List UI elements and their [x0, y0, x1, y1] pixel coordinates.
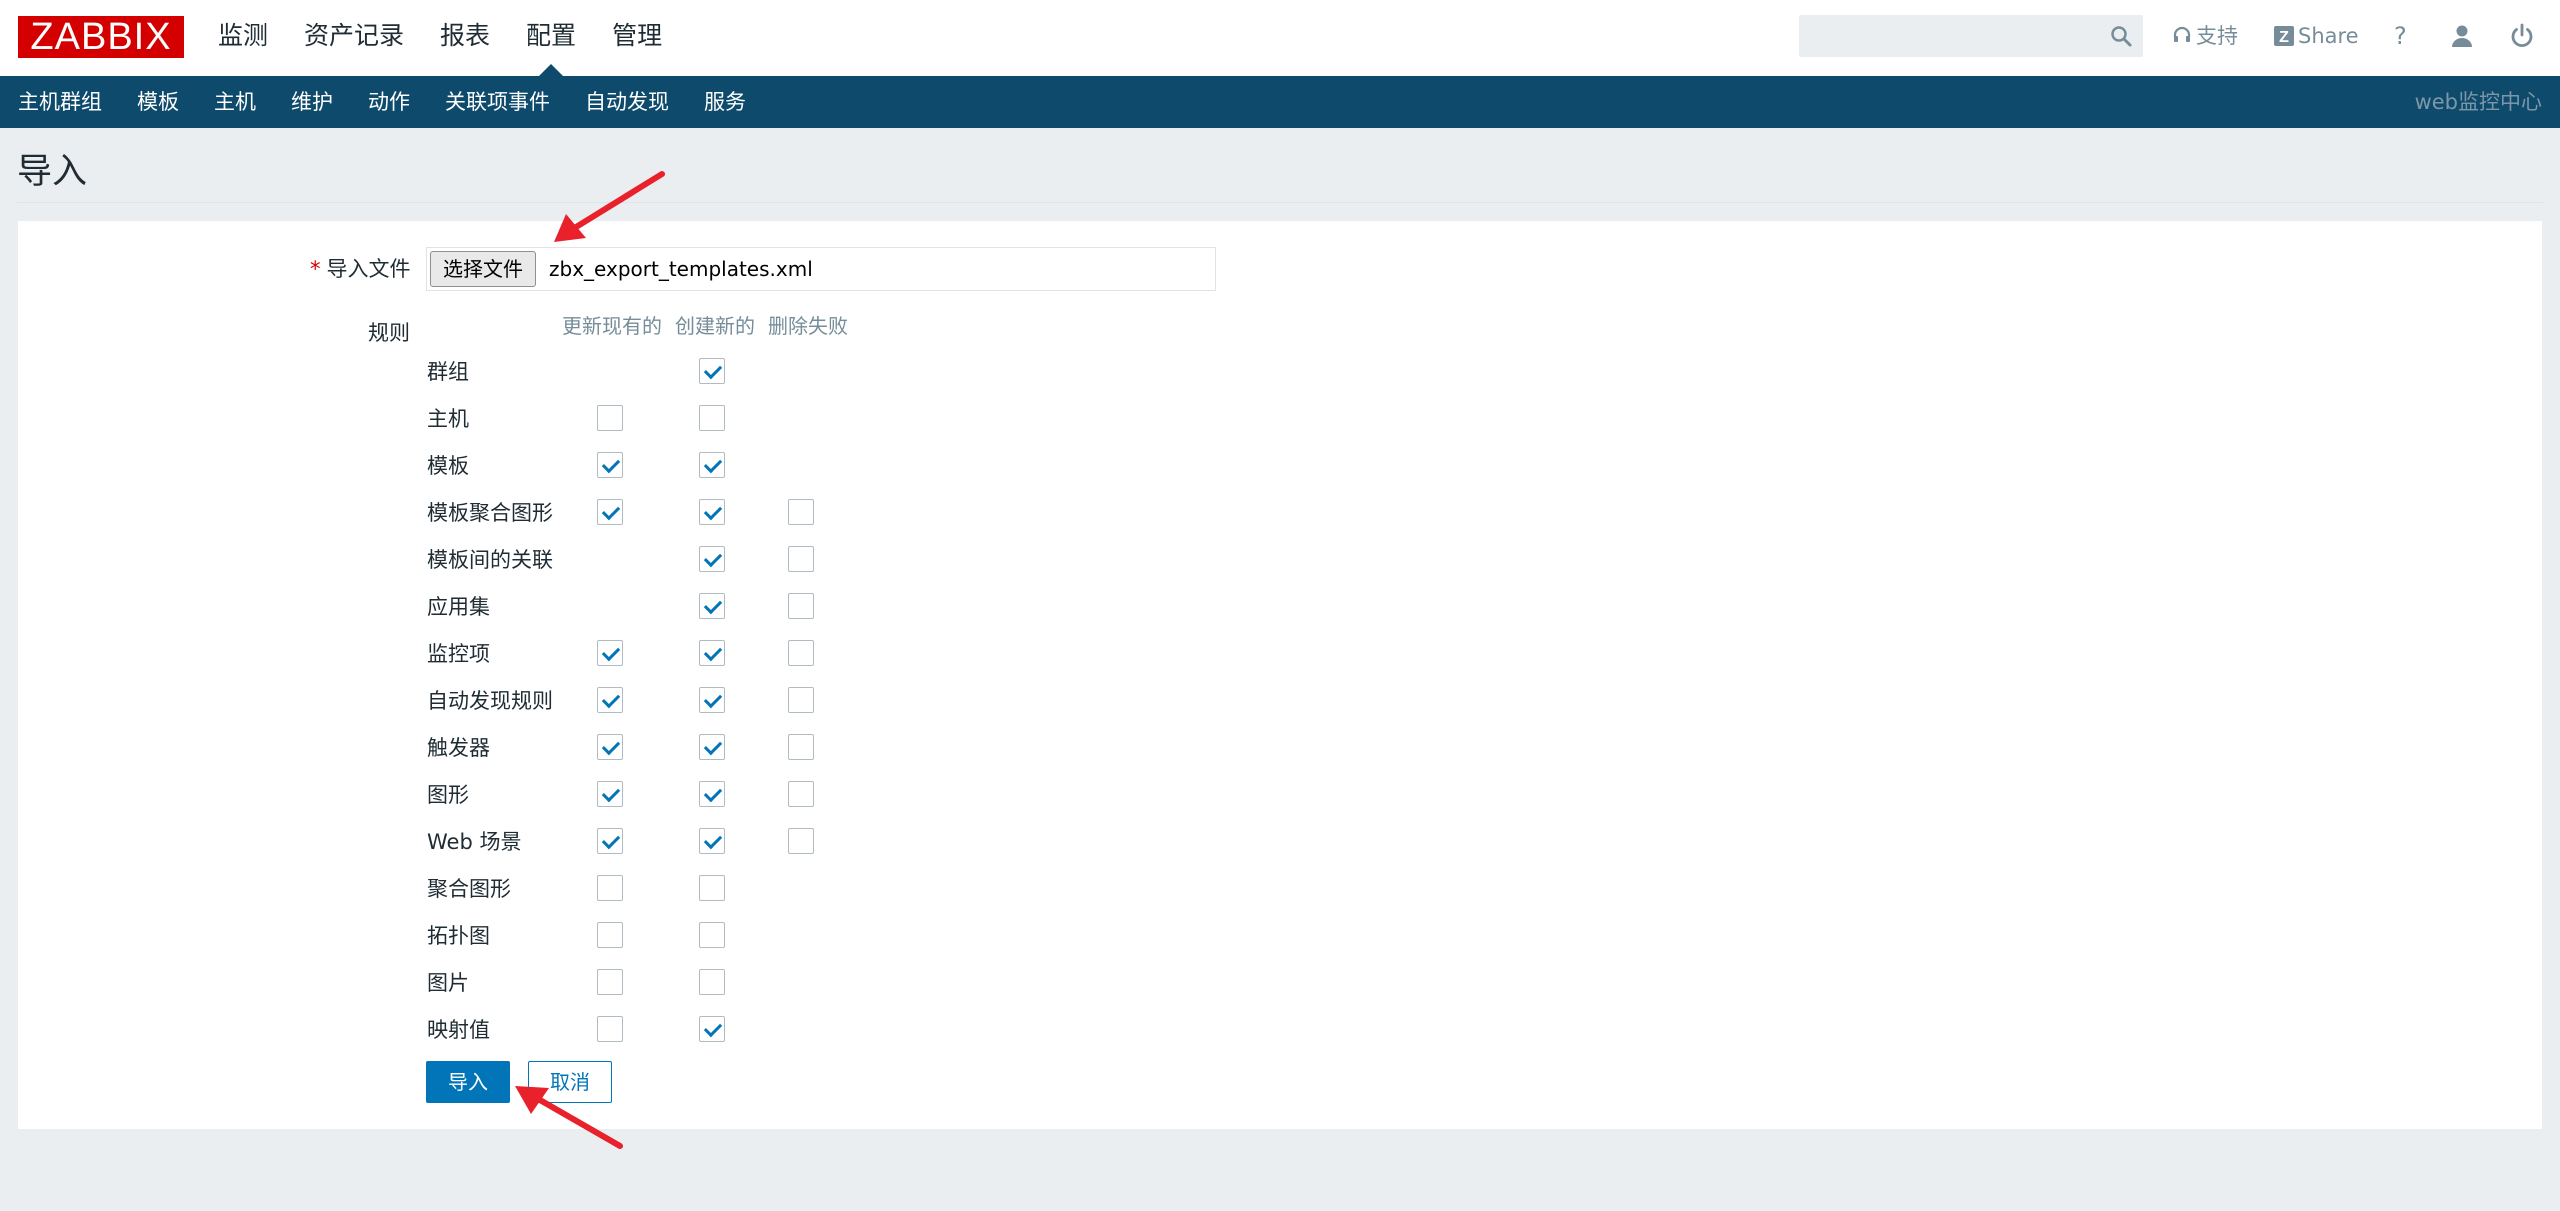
rule-label: 应用集 [427, 595, 490, 619]
subnav-templates[interactable]: 模板 [119, 76, 196, 128]
subnav-actions[interactable]: 动作 [350, 76, 427, 128]
checkbox-create-new[interactable] [699, 828, 725, 854]
cancel-button[interactable]: 取消 [528, 1061, 612, 1103]
import-file-label: * 导入文件 [310, 257, 411, 281]
nav-monitoring[interactable]: 监测 [200, 0, 286, 76]
checkbox-create-new[interactable] [699, 452, 725, 478]
rule-label: 映射值 [427, 1018, 490, 1042]
checkbox-create-new[interactable] [699, 358, 725, 384]
checkbox-create-new[interactable] [699, 546, 725, 572]
checkbox-create-new[interactable] [699, 875, 725, 901]
checkbox-update-existing[interactable] [597, 1016, 623, 1042]
checkbox-update-existing[interactable] [597, 969, 623, 995]
rule-label: 图片 [427, 971, 469, 995]
checkbox-create-new[interactable] [699, 969, 725, 995]
nav-reports[interactable]: 报表 [422, 0, 508, 76]
checkbox-delete-missing[interactable] [788, 593, 814, 619]
svg-text:Z: Z [2279, 29, 2289, 46]
page-title: 导入 [17, 152, 88, 192]
checkbox-update-existing[interactable] [597, 922, 623, 948]
rule-label: 触发器 [427, 736, 490, 760]
rule-label: 群组 [427, 360, 469, 384]
nav-configuration[interactable]: 配置 [508, 0, 594, 76]
subnav-services[interactable]: 服务 [686, 76, 763, 128]
checkbox-delete-missing[interactable] [788, 640, 814, 666]
rule-label: Web 场景 [427, 830, 522, 854]
user-profile-icon[interactable] [2448, 22, 2476, 50]
checkbox-delete-missing[interactable] [788, 687, 814, 713]
rule-label: 模板间的关联 [427, 548, 553, 572]
column-delete-missing: 删除失败 [768, 314, 848, 338]
subnav-discovery[interactable]: 自动发现 [567, 76, 686, 128]
rule-label: 主机 [427, 407, 469, 431]
rule-label: 模板聚合图形 [427, 501, 553, 525]
checkbox-create-new[interactable] [699, 781, 725, 807]
checkbox-create-new[interactable] [699, 922, 725, 948]
rule-label: 自动发现规则 [427, 689, 553, 713]
support-link[interactable]: 支持 [2172, 0, 2238, 72]
zabbix-logo[interactable]: ZABBIX [18, 16, 184, 58]
checkbox-update-existing[interactable] [597, 405, 623, 431]
checkbox-update-existing[interactable] [597, 781, 623, 807]
rule-label: 聚合图形 [427, 877, 511, 901]
checkbox-update-existing[interactable] [597, 687, 623, 713]
nav-administration[interactable]: 管理 [594, 0, 680, 76]
rule-label: 模板 [427, 454, 469, 478]
server-name: web监控中心 [2414, 90, 2542, 114]
help-link[interactable]: ? [2394, 0, 2407, 72]
search-box [1799, 15, 2143, 57]
checkbox-delete-missing[interactable] [788, 546, 814, 572]
top-header: ZABBIX 监测 资产记录 报表 配置 管理 支持 Z Share ? [0, 0, 2560, 76]
share-link[interactable]: Z Share [2274, 0, 2359, 72]
checkbox-create-new[interactable] [699, 405, 725, 431]
column-create-new: 创建新的 [675, 314, 755, 338]
rules-label: 规则 [368, 321, 410, 345]
import-form-panel: * 导入文件 选择文件 zbx_export_templates.xml 规则 更… [18, 221, 2542, 1129]
choose-file-button[interactable]: 选择文件 [430, 251, 536, 287]
sign-out-icon[interactable] [2508, 22, 2536, 50]
support-label: 支持 [2196, 24, 2238, 48]
checkbox-update-existing[interactable] [597, 734, 623, 760]
checkbox-update-existing[interactable] [597, 499, 623, 525]
checkbox-create-new[interactable] [699, 687, 725, 713]
checkbox-update-existing[interactable] [597, 828, 623, 854]
share-label: Share [2298, 24, 2359, 48]
checkbox-update-existing[interactable] [597, 640, 623, 666]
help-icon: ? [2394, 22, 2407, 50]
search-icon[interactable] [2109, 24, 2133, 48]
rule-label: 监控项 [427, 642, 490, 666]
checkbox-delete-missing[interactable] [788, 828, 814, 854]
title-divider [17, 202, 2543, 203]
sub-nav: 主机群组 模板 主机 维护 动作 关联项事件 自动发现 服务 web监控中心 [0, 76, 2560, 128]
selected-file-name: zbx_export_templates.xml [549, 257, 813, 281]
checkbox-delete-missing[interactable] [788, 499, 814, 525]
checkbox-create-new[interactable] [699, 593, 725, 619]
search-input[interactable] [1799, 15, 2113, 55]
headset-icon [2173, 26, 2191, 42]
subnav-hosts[interactable]: 主机 [196, 76, 273, 128]
checkbox-create-new[interactable] [699, 499, 725, 525]
nav-inventory[interactable]: 资产记录 [286, 0, 422, 76]
import-button[interactable]: 导入 [426, 1061, 510, 1103]
checkbox-delete-missing[interactable] [788, 781, 814, 807]
subnav-host-groups[interactable]: 主机群组 [0, 76, 119, 128]
checkbox-create-new[interactable] [699, 640, 725, 666]
file-input[interactable]: 选择文件 zbx_export_templates.xml [426, 247, 1216, 291]
column-update-existing: 更新现有的 [562, 314, 662, 338]
checkbox-create-new[interactable] [699, 734, 725, 760]
rule-label: 图形 [427, 783, 469, 807]
checkbox-delete-missing[interactable] [788, 734, 814, 760]
subnav-event-correlation[interactable]: 关联项事件 [427, 76, 567, 128]
main-nav: 监测 资产记录 报表 配置 管理 [200, 0, 680, 76]
checkbox-create-new[interactable] [699, 1016, 725, 1042]
rule-label: 拓扑图 [427, 924, 490, 948]
checkbox-update-existing[interactable] [597, 452, 623, 478]
zabbix-share-icon: Z [2274, 26, 2294, 46]
checkbox-update-existing[interactable] [597, 875, 623, 901]
required-asterisk: * [310, 257, 321, 281]
subnav-maintenance[interactable]: 维护 [273, 76, 350, 128]
